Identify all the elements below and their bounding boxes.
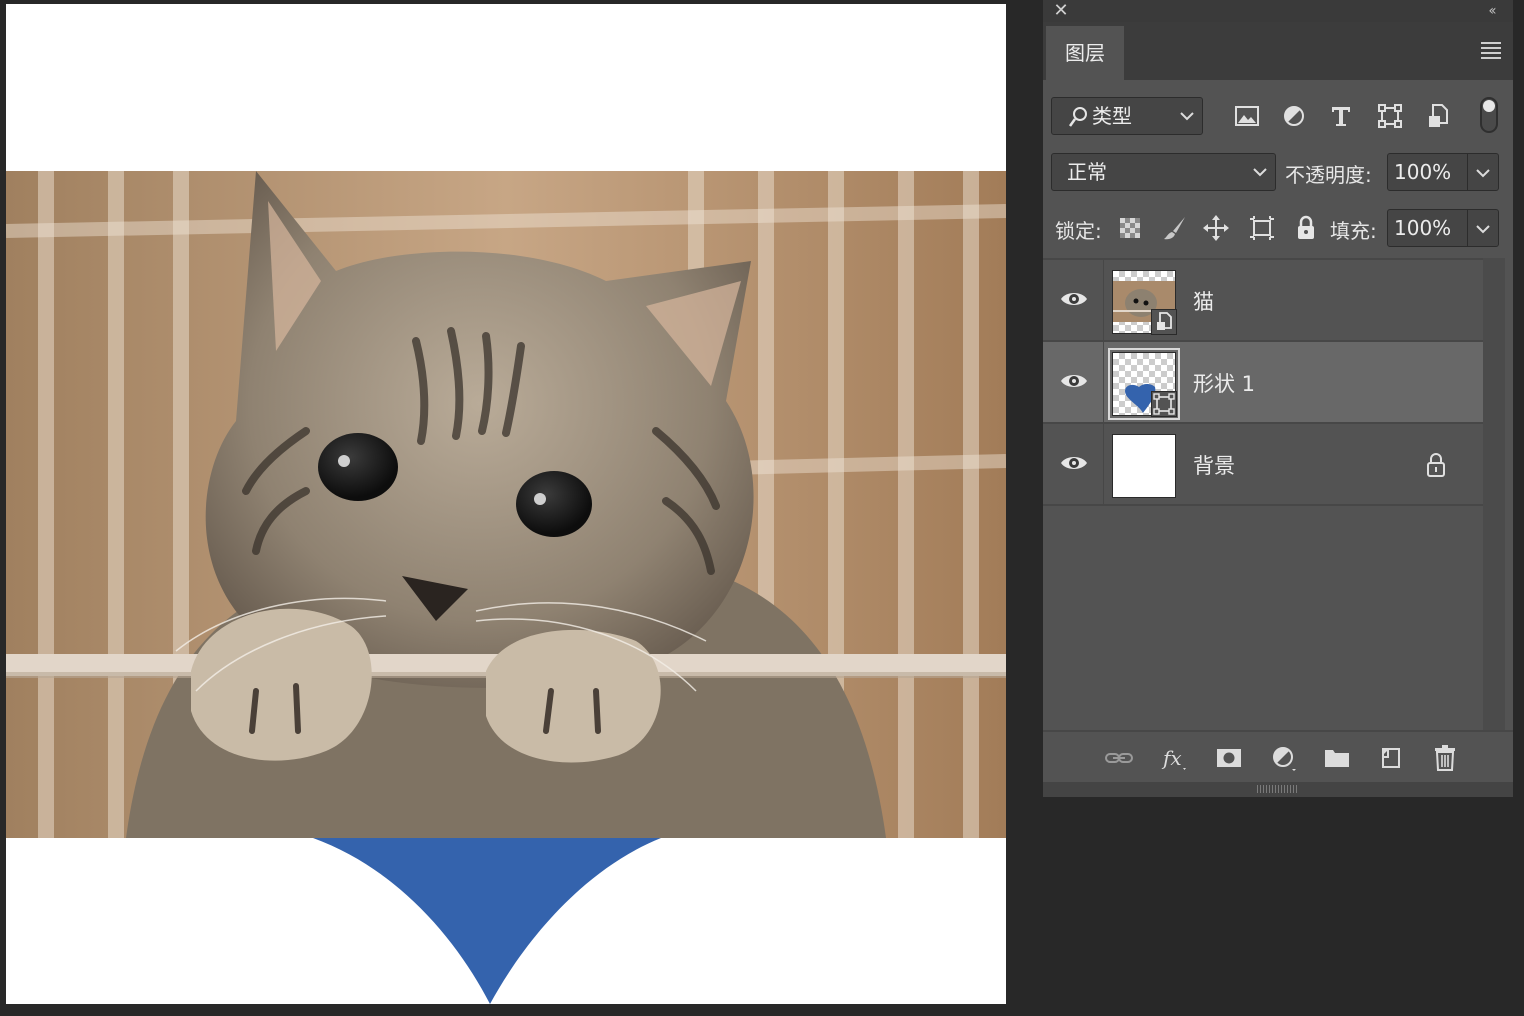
smart-object-filter-icon[interactable]: [1425, 103, 1453, 129]
lock-position-icon[interactable]: [1202, 214, 1230, 242]
lock-image-pixels-icon[interactable]: [1161, 214, 1189, 242]
fill-field[interactable]: 100%: [1387, 209, 1499, 247]
type-filter-icon[interactable]: [1327, 103, 1355, 129]
chevron-down-icon: [1476, 169, 1490, 178]
adjustment-layer-icon[interactable]: [1267, 744, 1299, 772]
search-icon: [1068, 107, 1087, 127]
resize-grip-icon[interactable]: [1257, 785, 1297, 793]
add-mask-icon[interactable]: [1213, 744, 1245, 772]
blend-mode-value: 正常: [1067, 160, 1107, 184]
panel-title-bar: ✕ ‹‹: [1043, 0, 1513, 22]
layer-thumbnail-cat: [1112, 270, 1177, 335]
layer-name: 形状 1: [1193, 372, 1256, 396]
cat-photo: [6, 171, 1006, 838]
filter-toggle-switch[interactable]: [1480, 97, 1498, 133]
layer-row-background[interactable]: 背景: [1043, 424, 1483, 506]
fx-icon[interactable]: fx: [1157, 744, 1189, 772]
document-canvas[interactable]: [6, 4, 1006, 1004]
lock-label: 锁定:: [1055, 219, 1102, 243]
group-folder-icon[interactable]: [1321, 744, 1353, 772]
layer-name: 猫: [1193, 290, 1214, 314]
panel-tab-bar: 图层: [1043, 22, 1513, 80]
opacity-dropdown[interactable]: [1467, 154, 1498, 190]
layers-scrollbar-track[interactable]: [1483, 258, 1505, 730]
lock-icon[interactable]: [1425, 452, 1447, 478]
eye-icon[interactable]: [1059, 369, 1089, 393]
opacity-value: 100%: [1394, 160, 1452, 184]
eye-icon[interactable]: [1059, 287, 1089, 311]
new-layer-icon[interactable]: [1375, 744, 1407, 772]
layer-row-cat[interactable]: 猫: [1043, 260, 1483, 342]
fill-dropdown[interactable]: [1467, 210, 1498, 246]
eye-icon[interactable]: [1059, 451, 1089, 475]
layer-thumbnail-shape: [1108, 348, 1180, 420]
layer-name: 背景: [1193, 454, 1235, 478]
fill-label: 填充:: [1330, 219, 1377, 243]
layer-thumbnail-background: [1112, 434, 1176, 498]
panel-resize-bar[interactable]: [1043, 782, 1513, 797]
filter-kind-label: 类型: [1092, 104, 1132, 128]
layers-panel-footer: fx: [1043, 730, 1513, 784]
layers-panel: ✕ ‹‹ 图层 类型 正常 不透明度: 100% 锁定: 填充: 100% 猫 …: [1043, 0, 1513, 797]
link-layers-icon[interactable]: [1103, 744, 1135, 772]
chevron-down-icon: [1180, 112, 1194, 121]
hamburger-menu-icon[interactable]: [1481, 42, 1501, 59]
layer-row-shape-1[interactable]: 形状 1: [1043, 342, 1483, 424]
lock-artboard-icon[interactable]: [1248, 214, 1276, 242]
opacity-label: 不透明度:: [1285, 163, 1372, 187]
delete-icon[interactable]: [1429, 744, 1461, 772]
smart-object-badge-icon: [1151, 309, 1177, 335]
image-filter-icon[interactable]: [1233, 103, 1261, 129]
lock-transparent-pixels-icon[interactable]: [1116, 214, 1144, 242]
chevron-down-icon: [1253, 168, 1267, 177]
fill-value: 100%: [1394, 216, 1452, 240]
lock-all-icon[interactable]: [1292, 214, 1320, 242]
double-chevron-left-icon[interactable]: ‹‹: [1481, 1, 1501, 21]
layer-filter-select[interactable]: 类型: [1051, 97, 1203, 135]
opacity-field[interactable]: 100%: [1387, 153, 1499, 191]
chevron-down-icon: [1476, 225, 1490, 234]
tab-layers[interactable]: 图层: [1046, 26, 1124, 80]
shape-layer-badge-icon: [1151, 391, 1177, 417]
blend-mode-select[interactable]: 正常: [1051, 153, 1276, 191]
heart-shape[interactable]: [6, 838, 1006, 1004]
shape-filter-icon[interactable]: [1376, 103, 1404, 129]
close-icon[interactable]: ✕: [1051, 1, 1071, 21]
adjustment-filter-icon[interactable]: [1280, 103, 1308, 129]
svg-text:fx: fx: [1161, 746, 1182, 770]
